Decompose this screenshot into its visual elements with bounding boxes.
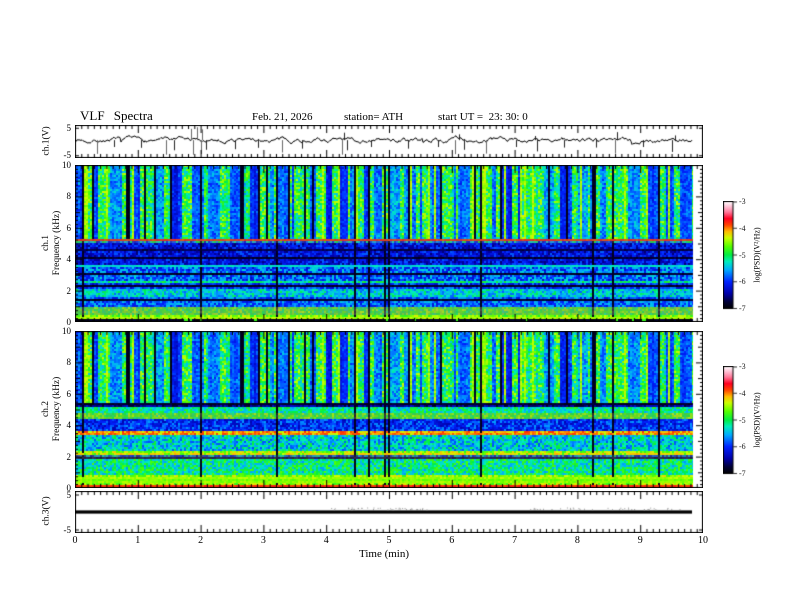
x-axis-title: Time (min) — [359, 548, 410, 560]
spec2-y-tick-label: 2 — [66, 451, 72, 462]
ch1-waveform-canvas — [75, 125, 703, 158]
date-label: Feb. 21, 2026 — [252, 111, 313, 123]
spec2-y-tick-label: 4 — [66, 420, 72, 431]
ch3-y-tick-label: -5 — [63, 524, 72, 535]
spec1-y-tick-label: 2 — [66, 285, 72, 296]
colorbar-1-tick-label: -7 — [739, 304, 746, 313]
colorbar-2-canvas — [723, 366, 739, 475]
colorbar-2-tick-label: -7 — [739, 469, 746, 478]
ch2-frequency-axis-label-line2: Frequency (kHz) — [52, 376, 62, 442]
ch2-spectrogram-canvas — [75, 331, 703, 488]
x-tick-label: 1 — [135, 535, 141, 546]
spec1-y-tick-label: 10 — [62, 160, 71, 170]
ch1-frequency-axis-label-line1: ch.1 — [41, 234, 51, 252]
ch2-frequency-axis-label: ch.2 Frequency (kHz) — [41, 377, 63, 442]
x-tick-label: 2 — [198, 535, 204, 546]
colorbar-2-tick-label: -5 — [739, 415, 746, 425]
x-tick-label: 3 — [260, 535, 266, 546]
start-ut-label: start UT = 23: 30: 0 — [438, 111, 528, 123]
figure-title: VLF Spectra — [80, 108, 153, 123]
spec1-y-tick-label: 8 — [66, 191, 72, 202]
station-label: station= ATH — [344, 111, 404, 123]
spec1-y-tick-label: 4 — [66, 254, 72, 265]
colorbar-1-tick-label: -4 — [739, 223, 746, 233]
ch3-waveform-canvas — [75, 491, 703, 533]
colorbar-2-label: log(PSD)(V²/Hz) — [752, 392, 762, 448]
x-tick-label: 0 — [72, 535, 78, 546]
waveform-y-tick-label: 5 — [66, 122, 72, 133]
colorbar-1-canvas — [723, 201, 739, 310]
colorbar-2-tick-label: -4 — [739, 388, 746, 398]
spec1-y-tick-label: 6 — [66, 222, 72, 233]
colorbar-2-tick-label: -3 — [739, 362, 746, 371]
colorbar-1-tick-label: -3 — [739, 197, 746, 206]
x-tick-label: 10 — [698, 535, 708, 546]
ch2-frequency-axis-label-line1: ch.2 — [41, 400, 51, 418]
spec2-y-tick-label: 8 — [66, 357, 72, 368]
x-tick-label: 6 — [449, 535, 455, 546]
x-tick-label: 5 — [386, 535, 392, 546]
waveform-y-tick-label: -5 — [63, 150, 72, 161]
spec2-y-tick-label: 10 — [62, 326, 71, 336]
ch3-y-tick-label: 5 — [66, 489, 72, 500]
colorbar-2-tick-label: -6 — [739, 442, 746, 452]
vlf-spectra-figure: VLF Spectra Feb. 21, 2026 station= ATH s… — [0, 0, 792, 612]
spec2-y-tick-label: 6 — [66, 388, 72, 399]
ch1-frequency-axis-label-line2: Frequency (kHz) — [52, 210, 62, 276]
x-tick-label: 9 — [637, 535, 643, 546]
ch1-frequency-axis-label: ch.1 Frequency (kHz) — [41, 211, 63, 276]
ch1-spectrogram-canvas — [75, 165, 703, 322]
x-tick-label: 7 — [512, 535, 518, 546]
x-tick-label: 8 — [574, 535, 580, 546]
x-tick-label: 4 — [323, 535, 329, 546]
colorbar-1-tick-label: -6 — [739, 277, 746, 287]
colorbar-1-label: log(PSD)(V²/Hz) — [752, 227, 762, 283]
colorbar-1-tick-label: -5 — [739, 250, 746, 260]
ch3-voltage-axis-label: ch.3(V) — [41, 496, 52, 526]
